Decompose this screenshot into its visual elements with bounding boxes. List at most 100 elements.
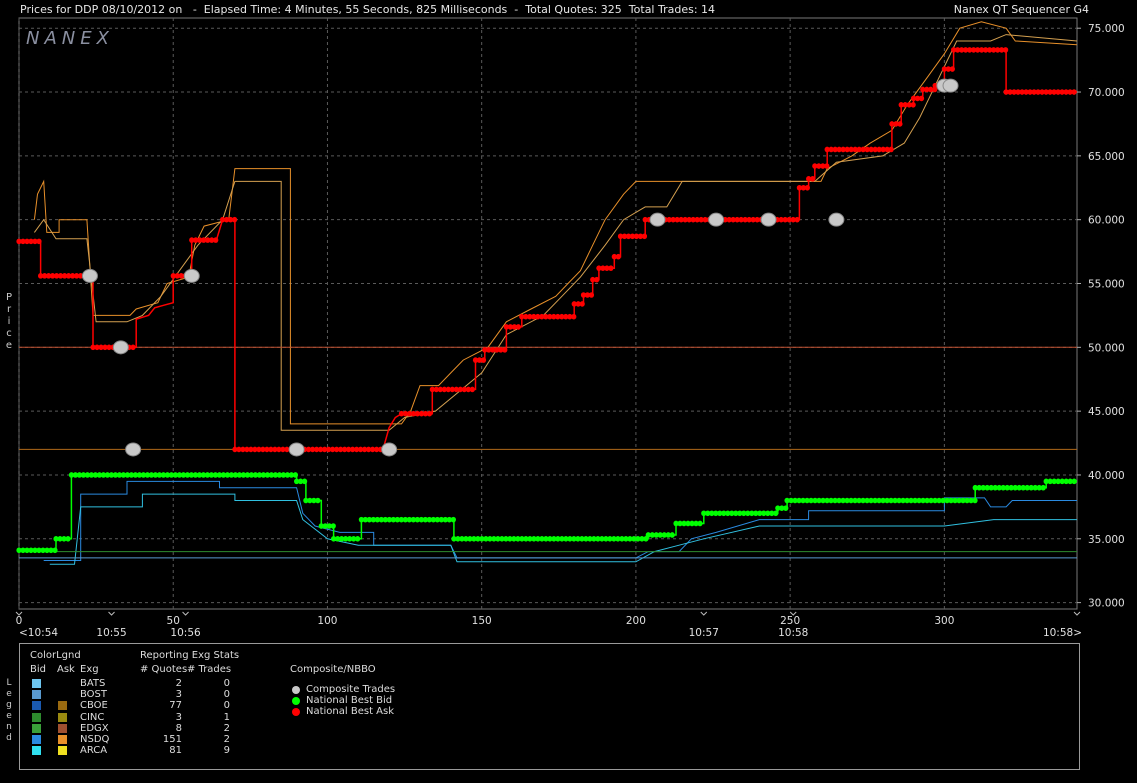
- nbbo-marker: [1003, 47, 1009, 53]
- nbbo-marker: [302, 478, 308, 485]
- y-tick-label: 35.000: [1088, 534, 1125, 546]
- y-tick-label: 55.000: [1088, 279, 1125, 291]
- exchange-name: EDGX: [80, 722, 109, 734]
- x-tick-label: 100: [317, 615, 337, 627]
- nbbo-marker: [213, 237, 219, 243]
- trades-column-header: # Trades: [187, 664, 232, 675]
- nbbo-marker: [52, 547, 58, 554]
- legend-side-label: Legend: [3, 678, 15, 744]
- bid-color-swatch: [32, 690, 41, 700]
- quote-count: 151: [162, 734, 182, 745]
- y-tick-label: 75.000: [1088, 23, 1125, 35]
- bid-color-swatch: [32, 712, 41, 722]
- legend-side-char: L: [6, 678, 12, 688]
- time-label: 10:58>: [1043, 627, 1082, 639]
- y-tick-label: 40.000: [1088, 470, 1125, 482]
- nbbo-marker: [480, 357, 487, 363]
- nbbo-marker: [608, 265, 614, 271]
- legend-side-char: g: [6, 700, 12, 710]
- composite-trade-marker: [288, 442, 305, 457]
- time-tick-mark: [1073, 611, 1081, 616]
- trade-count: 0: [223, 678, 230, 689]
- nbbo-marker: [804, 184, 810, 191]
- trade-count: 2: [223, 734, 230, 745]
- composite-legend-dot: [292, 686, 300, 694]
- time-label: 10:56: [170, 627, 201, 639]
- x-tick-label: 300: [934, 615, 954, 627]
- ask-column-header: Ask: [57, 664, 75, 675]
- bid-column-header: Bid: [30, 664, 46, 675]
- trade-count: 1: [223, 711, 230, 723]
- x-tick-label: 50: [167, 615, 180, 627]
- time-label: <10:54: [19, 627, 58, 639]
- nbbo-marker: [571, 313, 577, 320]
- nbbo-marker: [588, 292, 595, 298]
- nbbo-marker: [794, 216, 800, 223]
- bid-color-swatch: [32, 679, 41, 688]
- quote-count: 2: [175, 678, 182, 689]
- trade-count: 9: [223, 745, 230, 757]
- nbbo-marker: [972, 497, 978, 504]
- bid-color-swatch: [32, 723, 41, 733]
- exchange-name: NSDQ: [80, 734, 110, 745]
- legend-side-char: e: [6, 689, 12, 699]
- composite-trade-marker: [81, 268, 98, 283]
- nbbo-marker: [697, 520, 703, 527]
- time-tick-mark: [108, 611, 115, 616]
- price-chart[interactable]: 30.000 35.000 40.000 45.000 50.000 55.000 60.0…: [0, 0, 1137, 640]
- x-tick-label: 150: [472, 615, 492, 627]
- y-tick-label: 60.000: [1088, 215, 1125, 227]
- nbbo-marker: [292, 472, 299, 478]
- plot-area: [18, 17, 1078, 610]
- nbbo-marker: [355, 535, 361, 542]
- exchange-name: BATS: [80, 678, 106, 689]
- composite-legend-dot: [292, 708, 300, 716]
- nbbo-marker: [615, 253, 621, 260]
- nbbo-marker: [515, 324, 521, 330]
- time-label: 10:58: [778, 627, 808, 639]
- composite-trade-marker: [708, 212, 725, 227]
- nanex-logo: NANEX: [26, 28, 114, 49]
- composite-trade-marker: [942, 78, 959, 93]
- time-label: 10:55: [96, 627, 126, 639]
- composite-trade-marker: [183, 268, 200, 283]
- composite-heading: Composite/NBBO: [290, 664, 376, 675]
- nbbo-marker: [1040, 484, 1046, 491]
- quote-count: 3: [175, 711, 182, 723]
- ask-color-swatch: [58, 723, 67, 733]
- nbbo-marker: [824, 163, 830, 169]
- time-tick-mark: [182, 611, 189, 616]
- nbbo-marker: [469, 386, 475, 393]
- nbbo-marker: [65, 535, 71, 542]
- composite-trade-marker: [828, 212, 845, 227]
- exchange-name: BOST: [80, 689, 108, 701]
- nbbo-marker: [910, 101, 916, 108]
- color-legend-heading: ColorLgnd: [30, 650, 81, 661]
- nbbo-marker: [897, 121, 903, 127]
- nbbo-marker: [579, 301, 585, 307]
- nbbo-marker: [594, 276, 600, 283]
- nbbo-marker: [450, 516, 456, 523]
- y-tick-label: 30.000: [1088, 598, 1125, 610]
- composite-trade-marker: [760, 212, 777, 227]
- y-tick-label: 70.000: [1088, 87, 1125, 99]
- x-tick-label: 250: [780, 615, 800, 627]
- quote-count: 3: [175, 689, 182, 701]
- quote-count: 81: [169, 745, 182, 757]
- trade-count: 0: [223, 689, 230, 701]
- composite-trade-marker: [649, 212, 666, 227]
- composite-legend-label: National Best Bid: [306, 695, 393, 706]
- stats-heading: Reporting Exg Stats: [140, 650, 240, 661]
- ask-color-swatch: [58, 701, 67, 711]
- quote-count: 8: [175, 722, 182, 734]
- nbbo-marker: [315, 497, 321, 504]
- nbbo-marker: [641, 233, 648, 240]
- ask-color-swatch: [58, 735, 67, 744]
- composite-trade-marker: [125, 442, 142, 457]
- quotes-column-header: # Quotes: [140, 664, 188, 675]
- nbbo-marker: [783, 505, 789, 511]
- ask-color-swatch: [58, 746, 67, 756]
- nbbo-marker: [949, 66, 955, 72]
- bid-color-swatch: [32, 735, 41, 744]
- trade-count: 2: [223, 722, 230, 734]
